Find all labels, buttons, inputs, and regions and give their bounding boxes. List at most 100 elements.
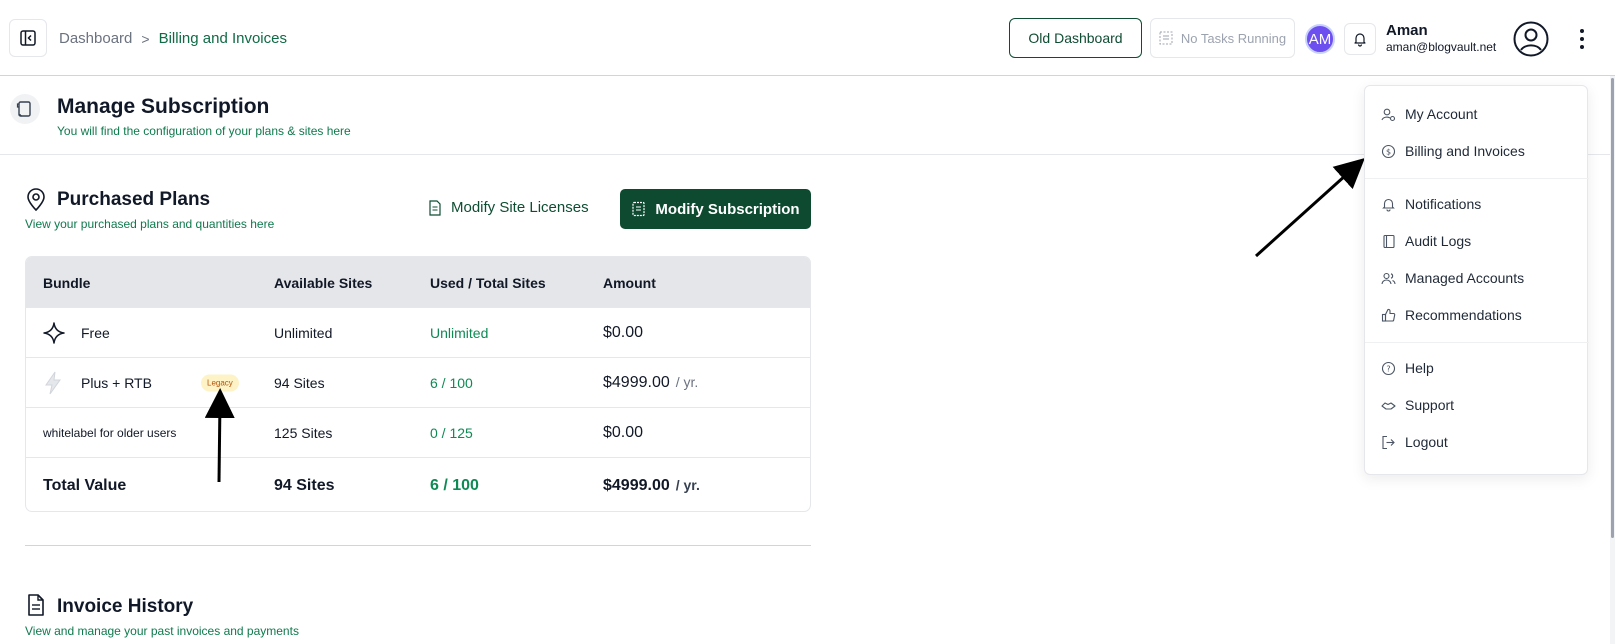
modify-subscription-button[interactable]: Modify Subscription [620, 189, 811, 229]
page-title: Manage Subscription [57, 95, 270, 118]
modify-site-licenses-button[interactable]: Modify Site Licenses [428, 199, 589, 216]
avatar[interactable]: AM [1305, 24, 1335, 54]
amount: $0.00 [603, 423, 644, 441]
plans-table: Bundle Available Sites Used / Total Site… [25, 256, 811, 512]
top-bar: Dashboard > Billing and Invoices Old Das… [0, 0, 1615, 76]
amount-cell: $4999.00 / yr. [603, 374, 698, 392]
breadcrumb: Dashboard > Billing and Invoices [59, 30, 287, 47]
user-name: Aman [1386, 22, 1428, 39]
bundle-name: Free [81, 324, 110, 341]
used-sites: 0 / 125 [430, 424, 473, 441]
total-amount: $4999.00 [603, 476, 670, 494]
total-amount-period: / yr. [675, 476, 700, 493]
used-sites: Unlimited [430, 324, 489, 341]
bell-icon [1382, 198, 1395, 211]
column-header-amount: Amount [603, 275, 656, 291]
column-header-used: Used / Total Sites [430, 275, 546, 291]
breadcrumb-separator: > [141, 30, 150, 47]
menu-item-billing-and-invoices[interactable]: $ Billing and Invoices [1381, 143, 1525, 159]
help-circle-icon: ? [1381, 361, 1396, 375]
menu-item-label: Billing and Invoices [1405, 143, 1525, 159]
menu-item-audit-logs[interactable]: Audit Logs [1381, 233, 1471, 249]
bolt-icon [45, 371, 61, 394]
map-pin-icon [27, 188, 45, 212]
menu-item-label: My Account [1405, 106, 1478, 122]
menu-divider [1365, 342, 1589, 343]
bell-icon [1354, 33, 1366, 47]
menu-item-label: Notifications [1405, 196, 1482, 212]
table-row: Free Unlimited Unlimited $0.00 [26, 307, 810, 357]
breadcrumb-dashboard-link[interactable]: Dashboard [59, 30, 132, 47]
bundle-name: whitelabel for older users [43, 425, 177, 440]
menu-item-label: Managed Accounts [1405, 270, 1525, 286]
tasks-status-button[interactable]: No Tasks Running [1150, 18, 1295, 58]
legacy-badge: Legacy [201, 374, 239, 391]
menu-item-label: Logout [1405, 434, 1448, 450]
amount: $0.00 [603, 323, 644, 341]
menu-item-recommendations[interactable]: Recommendations [1381, 307, 1522, 323]
document-icon [28, 594, 44, 616]
svg-text:$: $ [1386, 147, 1391, 156]
logout-icon [1382, 435, 1395, 449]
used-sites: 6 / 100 [430, 374, 473, 391]
menu-item-help[interactable]: ? Help [1381, 360, 1434, 376]
menu-divider [1365, 178, 1589, 179]
breadcrumb-current: Billing and Invoices [158, 30, 287, 47]
thumbs-up-icon [1381, 308, 1396, 322]
amount-period: / yr. [675, 373, 699, 390]
user-circle-icon[interactable] [1513, 21, 1549, 57]
menu-item-support[interactable]: Support [1381, 397, 1454, 413]
handshake-icon [1381, 401, 1396, 410]
bundle-name: Plus + RTB [81, 374, 152, 391]
menu-item-label: Support [1405, 397, 1455, 413]
page-subtitle: You will find the configuration of your … [57, 124, 351, 138]
total-amount-cell: $4999.00 / yr. [603, 477, 700, 495]
dollar-circle-icon: $ [1381, 144, 1396, 158]
menu-item-logout[interactable]: Logout [1381, 434, 1448, 450]
divider [25, 545, 811, 546]
users-icon [1381, 272, 1396, 284]
purchased-plans-title: Purchased Plans [57, 189, 211, 210]
user-menu: My Account $ Billing and Invoices Notifi… [1364, 85, 1589, 475]
document-icon [429, 199, 441, 216]
table-row: whitelabel for older users 125 Sites 0 /… [26, 407, 810, 457]
modify-site-licenses-label: Modify Site Licenses [451, 199, 589, 216]
amount: $4999.00 [603, 373, 670, 391]
modify-subscription-label: Modify Subscription [655, 200, 800, 218]
sparkle-icon [43, 321, 65, 344]
user-cog-icon [1381, 108, 1396, 121]
sidebar-toggle-icon [20, 30, 36, 46]
menu-item-label: Audit Logs [1405, 233, 1472, 249]
table-header: Bundle Available Sites Used / Total Site… [26, 257, 810, 307]
notifications-button[interactable] [1344, 23, 1376, 55]
sidebar-toggle-button[interactable] [9, 19, 47, 57]
available-sites: Unlimited [274, 324, 333, 341]
receipt-icon [632, 201, 646, 217]
purchased-plans-subtitle: View your purchased plans and quantities… [25, 217, 275, 231]
column-header-available: Available Sites [274, 275, 373, 291]
total-used-sites: 6 / 100 [430, 476, 479, 494]
menu-item-notifications[interactable]: Notifications [1381, 196, 1481, 212]
total-available-sites: 94 Sites [274, 476, 335, 494]
menu-item-label: Recommendations [1405, 307, 1522, 323]
svg-text:?: ? [1386, 364, 1390, 373]
old-dashboard-button[interactable]: Old Dashboard [1009, 18, 1142, 58]
tasks-label: No Tasks Running [1180, 30, 1287, 46]
available-sites: 125 Sites [274, 424, 333, 441]
menu-item-my-account[interactable]: My Account [1381, 106, 1477, 122]
arrow-to-billing-menu-item [1254, 157, 1365, 258]
column-header-bundle: Bundle [43, 275, 91, 291]
user-email: aman@blogvault.net [1386, 40, 1497, 54]
kebab-icon[interactable] [1572, 26, 1592, 52]
tasks-icon [1159, 31, 1173, 45]
menu-item-managed-accounts[interactable]: Managed Accounts [1381, 270, 1524, 286]
table-total-row: Total Value 94 Sites 6 / 100 $4999.00 / y… [26, 457, 810, 511]
scrollbar-thumb[interactable] [1611, 78, 1614, 538]
table-row: Plus + RTB Legacy 94 Sites 6 / 100 $4999… [26, 357, 810, 407]
total-label: Total Value [43, 476, 127, 494]
invoice-history-subtitle: View and manage your past invoices and p… [25, 624, 299, 638]
notebook-icon [1383, 234, 1395, 248]
menu-item-label: Help [1405, 360, 1434, 376]
scroll-icon [10, 94, 40, 124]
available-sites: 94 Sites [274, 374, 325, 391]
